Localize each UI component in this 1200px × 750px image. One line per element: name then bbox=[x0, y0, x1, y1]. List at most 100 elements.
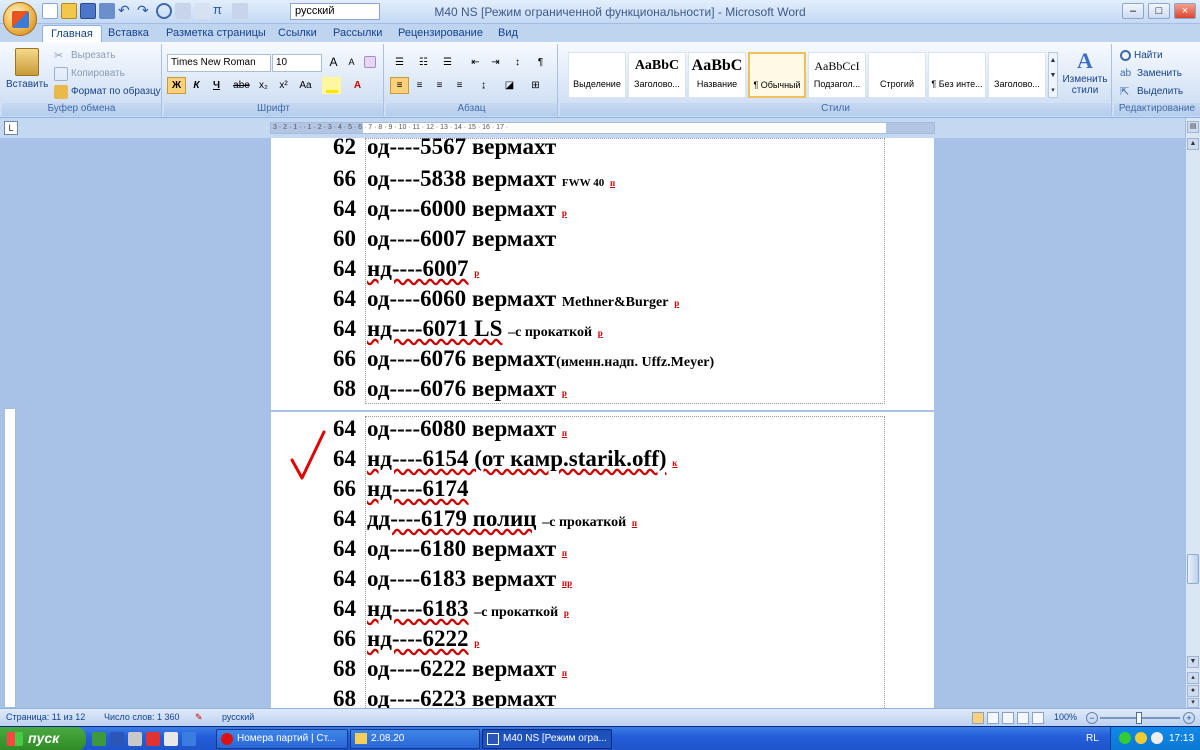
tab-view[interactable]: Вид bbox=[490, 25, 526, 42]
redo-icon[interactable]: ↷ bbox=[137, 3, 153, 19]
tab-home[interactable]: Главная bbox=[42, 25, 102, 43]
align-left-icon[interactable]: ≡ bbox=[390, 77, 409, 94]
word-icon[interactable] bbox=[110, 732, 124, 746]
replace-button[interactable]: ab Заменить bbox=[1120, 65, 1182, 82]
page-count[interactable]: Страница: 11 из 12 bbox=[6, 712, 85, 722]
underline-button[interactable]: Ч bbox=[207, 77, 226, 94]
browse-object-icon[interactable]: ● bbox=[1187, 685, 1199, 697]
tab-selector[interactable]: L bbox=[4, 121, 18, 135]
paste-button[interactable]: Вставить bbox=[6, 46, 48, 98]
align-center-icon[interactable]: ≡ bbox=[410, 77, 429, 94]
style-strong[interactable]: Строгий bbox=[868, 52, 926, 98]
style-emphasis[interactable]: Выделение bbox=[568, 52, 626, 98]
maximize-button[interactable]: □ bbox=[1148, 3, 1170, 19]
highlight-icon[interactable] bbox=[322, 77, 341, 94]
justify-icon[interactable]: ≡ bbox=[450, 77, 469, 94]
spelling-icon[interactable] bbox=[194, 3, 210, 19]
clear-format-icon[interactable] bbox=[360, 54, 379, 71]
desktop-icon[interactable] bbox=[182, 732, 196, 746]
tray-icon-1[interactable] bbox=[1119, 732, 1131, 744]
zoom-level[interactable]: 100% bbox=[1054, 712, 1077, 722]
numbering-icon[interactable]: ☷ bbox=[414, 54, 433, 71]
italic-button[interactable]: К bbox=[187, 77, 206, 94]
align-right-icon[interactable]: ≡ bbox=[430, 77, 449, 94]
borders-icon[interactable]: ⊞ bbox=[526, 77, 545, 94]
zoom-slider-thumb[interactable] bbox=[1136, 712, 1142, 724]
strikethrough-button[interactable]: abe bbox=[232, 77, 251, 94]
zoom-icon[interactable] bbox=[156, 3, 172, 19]
format-painter-button[interactable]: Формат по образцу bbox=[54, 83, 161, 100]
styles-scroll[interactable]: ▲ ▼ ▾ bbox=[1048, 52, 1058, 98]
vertical-ruler[interactable] bbox=[4, 408, 16, 708]
full-screen-view-icon[interactable] bbox=[987, 712, 999, 724]
multilevel-icon[interactable]: ☰ bbox=[438, 54, 457, 71]
style-subtitle[interactable]: AaBbCcI Подзагол... bbox=[808, 52, 866, 98]
change-case-button[interactable]: Aa bbox=[296, 77, 315, 94]
line-spacing-icon[interactable]: ↨ bbox=[474, 77, 493, 94]
app-icon[interactable] bbox=[128, 732, 142, 746]
keyboard-layout[interactable]: RL bbox=[1086, 733, 1099, 744]
font-color-icon[interactable]: A bbox=[348, 77, 367, 94]
undo-icon[interactable]: ↶ bbox=[118, 3, 134, 19]
prev-page-icon[interactable]: ▴ bbox=[1187, 672, 1199, 684]
new-document-icon[interactable] bbox=[42, 3, 58, 19]
language-status[interactable]: русский bbox=[222, 712, 254, 722]
format-icon[interactable] bbox=[232, 3, 248, 19]
cut-button[interactable]: ✂ Вырезать bbox=[54, 47, 115, 64]
proofing-icon[interactable]: ✎ bbox=[195, 712, 203, 723]
style-title[interactable]: AaBbC Название bbox=[688, 52, 746, 98]
vertical-scrollbar[interactable]: ▤ ▲ ▼ ▴ ● ▾ bbox=[1185, 118, 1200, 708]
web-view-icon[interactable] bbox=[1002, 712, 1014, 724]
start-button[interactable]: пуск bbox=[0, 727, 86, 750]
clock[interactable]: 17:13 bbox=[1169, 733, 1194, 744]
zoom-out-icon[interactable]: − bbox=[1086, 712, 1098, 724]
ruler-view-icon[interactable]: ▤ bbox=[1187, 121, 1199, 133]
tray-icon-2[interactable] bbox=[1135, 732, 1147, 744]
bold-button[interactable]: Ж bbox=[167, 77, 186, 94]
print-icon[interactable] bbox=[175, 3, 191, 19]
style-normal[interactable]: ¶ Обычный bbox=[748, 52, 806, 98]
next-page-icon[interactable]: ▾ bbox=[1187, 698, 1199, 708]
page[interactable]: 64 од----6080 вермахт п 64 нд----6154 (от … bbox=[271, 412, 934, 716]
save-icon[interactable] bbox=[80, 3, 96, 19]
change-styles-button[interactable]: A Изменить стили bbox=[1060, 48, 1110, 100]
tab-references[interactable]: Ссылки bbox=[270, 25, 325, 42]
tool-icon[interactable] bbox=[146, 732, 160, 746]
page[interactable]: 62 од----5567 вермахт 66 од----5838 вермах… bbox=[271, 134, 934, 410]
tab-mailings[interactable]: Рассылки bbox=[325, 25, 390, 42]
paint-icon[interactable] bbox=[164, 732, 178, 746]
office-button[interactable] bbox=[3, 2, 37, 36]
grow-font-button[interactable]: A bbox=[324, 54, 343, 71]
print-layout-view-icon[interactable] bbox=[972, 712, 984, 724]
close-button[interactable]: × bbox=[1174, 3, 1196, 19]
equation-icon[interactable]: π bbox=[213, 3, 229, 19]
superscript-button[interactable]: x² bbox=[274, 77, 293, 94]
excel-icon[interactable] bbox=[92, 732, 106, 746]
scroll-up-button[interactable]: ▲ bbox=[1187, 138, 1199, 150]
scroll-thumb[interactable] bbox=[1187, 554, 1199, 584]
zoom-in-icon[interactable]: + bbox=[1183, 712, 1195, 724]
minimize-button[interactable]: – bbox=[1122, 3, 1144, 19]
subscript-button[interactable]: x₂ bbox=[254, 77, 273, 94]
copy-button[interactable]: Копировать bbox=[54, 65, 125, 82]
print-preview-icon[interactable] bbox=[99, 3, 115, 19]
bullets-icon[interactable]: ☰ bbox=[390, 54, 409, 71]
select-button[interactable]: ⇱ Выделить bbox=[1120, 83, 1183, 100]
decrease-indent-icon[interactable]: ⇤ bbox=[466, 54, 485, 71]
tab-page-layout[interactable]: Разметка страницы bbox=[158, 25, 274, 42]
shading-icon[interactable]: ◪ bbox=[500, 77, 519, 94]
show-marks-icon[interactable]: ¶ bbox=[531, 54, 550, 71]
scroll-down-button[interactable]: ▼ bbox=[1187, 656, 1199, 668]
taskbar-item-folder[interactable]: 2.08.20 bbox=[350, 729, 480, 749]
taskbar-item-word[interactable]: M40 NS [Режим огра... bbox=[482, 729, 612, 749]
font-name-combo[interactable]: Times New Roman bbox=[167, 54, 271, 72]
open-icon[interactable] bbox=[61, 3, 77, 19]
find-button[interactable]: Найти bbox=[1120, 47, 1163, 64]
tab-insert[interactable]: Вставка bbox=[100, 25, 157, 42]
font-size-combo[interactable]: 10 bbox=[272, 54, 322, 72]
style-heading1[interactable]: AaBbC Заголово... bbox=[628, 52, 686, 98]
shrink-font-button[interactable]: A bbox=[342, 54, 361, 71]
tab-review[interactable]: Рецензирование bbox=[390, 25, 491, 42]
word-count[interactable]: Число слов: 1 360 bbox=[104, 712, 180, 722]
language-combo[interactable]: русский bbox=[290, 3, 380, 20]
